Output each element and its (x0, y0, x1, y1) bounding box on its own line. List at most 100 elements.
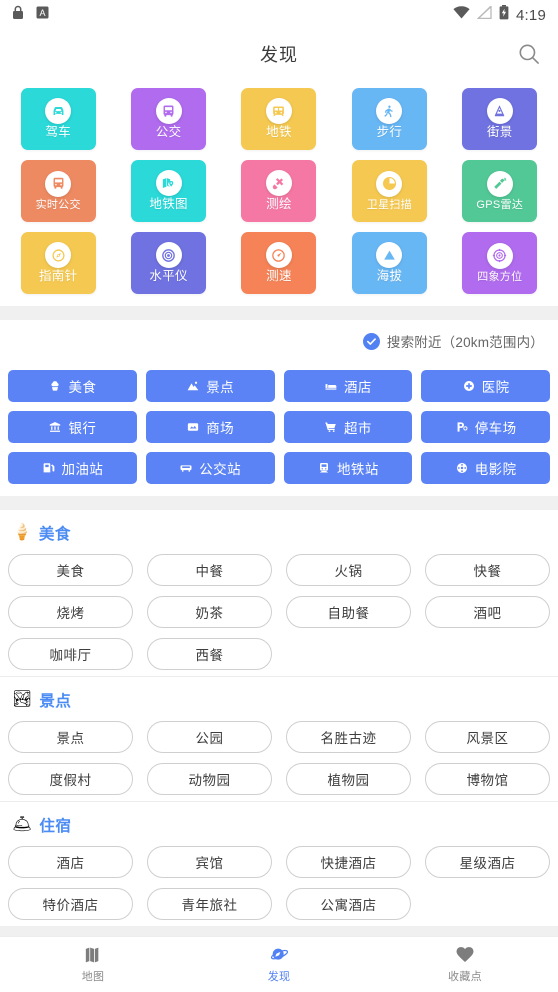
chip-中餐[interactable]: 中餐 (147, 554, 272, 586)
street-view-icon (486, 98, 513, 125)
metro-map-icon (155, 170, 182, 197)
quick-category-label: 地铁站 (337, 462, 379, 477)
fuel-pump-icon (42, 461, 56, 475)
svg-text:A: A (39, 8, 45, 18)
quick-category-景点[interactable]: 景点 (145, 370, 275, 402)
quick-category-酒店[interactable]: 酒店 (283, 370, 413, 402)
section-emoji-icon: 🛎 (12, 816, 33, 833)
tools-panel: 驾车 公交 地铁 步行 街景实时公交 地铁图 测绘 卫星扫描 GPS雷达指南针 水平仪 测速 海拔 四象… (0, 78, 558, 306)
tool-tile-街景[interactable]: 街景 (462, 88, 538, 150)
chip-名胜古迹[interactable]: 名胜古迹 (286, 721, 411, 753)
tool-tile-label: 水平仪 (149, 269, 188, 284)
chip-宾馆[interactable]: 宾馆 (147, 846, 272, 878)
chip-博物馆[interactable]: 博物馆 (425, 763, 550, 795)
hospital-cross-icon (462, 379, 476, 393)
quick-category-超市[interactable]: 超市 (283, 411, 413, 443)
chip-placeholder (425, 638, 550, 670)
cupcake-icon (48, 379, 62, 393)
search-icon[interactable] (514, 39, 544, 69)
discover-planet-icon (269, 945, 289, 965)
page-header: 发现 (0, 30, 558, 78)
tool-tile-地铁图[interactable]: 地铁图 (131, 160, 207, 222)
chip-动物园[interactable]: 动物园 (147, 763, 272, 795)
chip-酒吧[interactable]: 酒吧 (425, 596, 550, 628)
quick-category-label: 商场 (206, 421, 235, 436)
section-header: 🏞 景点 (8, 687, 550, 721)
section-emoji-icon: 🍦 (12, 524, 32, 541)
wifi-icon (453, 6, 470, 24)
quick-category-美食[interactable]: 美食 (8, 370, 137, 402)
tool-tile-label: 海拔 (376, 269, 403, 284)
chip-美食[interactable]: 美食 (8, 554, 133, 586)
quick-category-银行[interactable]: 银行 (8, 411, 137, 443)
bed-icon (324, 379, 338, 393)
chip-星级酒店[interactable]: 星级酒店 (425, 846, 550, 878)
nav-item-收藏点[interactable]: 收藏点 (372, 937, 558, 992)
chip-景点[interactable]: 景点 (8, 721, 133, 753)
quick-category-地铁站[interactable]: 地铁站 (283, 452, 413, 484)
tool-tile-海拔[interactable]: 海拔 (351, 232, 427, 294)
search-nearby-checkbox[interactable] (362, 332, 380, 350)
tool-tile-卫星扫描[interactable]: 卫星扫描 (351, 160, 427, 222)
chip-placeholder (425, 888, 550, 920)
bank-icon (48, 420, 62, 434)
chip-酒店[interactable]: 酒店 (8, 846, 133, 878)
quick-category-加油站[interactable]: 加油站 (8, 452, 137, 484)
subway-station-icon (317, 461, 331, 475)
quick-category-医院[interactable]: 医院 (421, 370, 550, 402)
tool-tile-label: 卫星扫描 (366, 198, 412, 211)
tool-tile-label: GPS雷达 (476, 198, 524, 211)
chip-植物园[interactable]: 植物园 (286, 763, 411, 795)
tool-tile-步行[interactable]: 步行 (351, 88, 427, 150)
search-nearby-row[interactable]: 搜索附近（20km范围内） (0, 320, 558, 362)
tool-tile-label: 地铁 (266, 125, 292, 140)
tool-tile-label: 指南针 (38, 269, 78, 284)
tool-tile-四象方位[interactable]: 四象方位 (462, 232, 538, 294)
tool-tile-驾车[interactable]: 驾车 (20, 88, 96, 150)
quick-category-label: 美食 (68, 380, 97, 395)
tool-tile-指南针[interactable]: 指南针 (20, 232, 96, 294)
quick-category-商场[interactable]: 商场 (145, 411, 275, 443)
tool-tile-GPS雷达[interactable]: GPS雷达 (462, 160, 538, 222)
nav-item-地图[interactable]: 地图 (0, 937, 186, 992)
quick-category-label: 加油站 (61, 462, 104, 477)
chip-咖啡厅[interactable]: 咖啡厅 (8, 638, 133, 670)
chip-风景区[interactable]: 风景区 (425, 721, 550, 753)
chip-奶茶[interactable]: 奶茶 (147, 596, 272, 628)
chip-公寓酒店[interactable]: 公寓酒店 (286, 888, 411, 920)
status-bar-clock: 4:19 (516, 6, 546, 24)
nav-item-发现[interactable]: 发现 (186, 937, 372, 992)
tool-tile-label: 驾车 (45, 125, 71, 140)
quick-category-停车场[interactable]: 停车场 (421, 411, 550, 443)
quick-category-电影院[interactable]: 电影院 (421, 452, 550, 484)
tool-tile-水平仪[interactable]: 水平仪 (131, 232, 207, 294)
tool-tile-label: 街景 (486, 125, 513, 140)
tool-tile-公交[interactable]: 公交 (131, 88, 207, 150)
chip-placeholder (286, 638, 411, 670)
category-section-景点: 🏞 景点 景点 公园 名胜古迹 风景区度假村 动物园 植物园 博物馆 (0, 676, 558, 801)
tool-tile-测速[interactable]: 测速 (241, 232, 317, 294)
section-divider (0, 306, 558, 320)
chip-快餐[interactable]: 快餐 (425, 554, 550, 586)
chip-自助餐[interactable]: 自助餐 (286, 596, 411, 628)
chip-青年旅社[interactable]: 青年旅社 (147, 888, 272, 920)
chip-火锅[interactable]: 火锅 (286, 554, 411, 586)
tool-tile-测绘[interactable]: 测绘 (241, 160, 317, 222)
quick-category-label: 公交站 (199, 462, 241, 477)
tool-tile-地铁[interactable]: 地铁 (241, 88, 317, 150)
chip-特价酒店[interactable]: 特价酒店 (8, 888, 133, 920)
tool-tile-实时公交[interactable]: 实时公交 (20, 160, 96, 222)
section-title: 住宿 (39, 818, 72, 835)
quick-category-公交站[interactable]: 公交站 (145, 452, 275, 484)
chip-烧烤[interactable]: 烧烤 (8, 596, 133, 628)
quick-category-label: 酒店 (343, 380, 372, 395)
chip-公园[interactable]: 公园 (147, 721, 272, 753)
bus-stop-icon (179, 461, 193, 475)
level-icon (155, 242, 182, 269)
chip-度假村[interactable]: 度假村 (8, 763, 133, 795)
map-icon (83, 945, 103, 965)
chip-快捷酒店[interactable]: 快捷酒店 (286, 846, 411, 878)
a-badge-icon: A (36, 6, 49, 24)
chip-西餐[interactable]: 西餐 (147, 638, 272, 670)
category-section-住宿: 🛎 住宿酒店 宾馆 快捷酒店 星级酒店特价酒店 青年旅社 公寓酒店 (0, 801, 558, 926)
